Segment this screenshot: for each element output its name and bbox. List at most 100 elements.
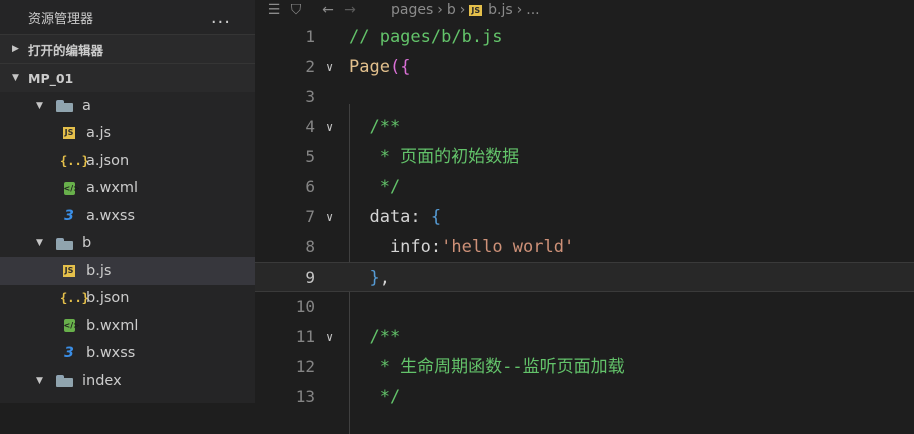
code-text: // pages/b/b.js — [349, 22, 503, 52]
open-editors-label: 打开的编辑器 — [28, 42, 104, 58]
tree-file[interactable]: {..} b.json — [0, 285, 255, 313]
chevron-right-icon: › — [437, 2, 443, 18]
breadcrumb-item-pages[interactable]: pages — [391, 2, 433, 18]
bookmark-icon[interactable]: ⛉ — [285, 2, 307, 18]
wxss-file-icon: 3 — [64, 345, 74, 362]
tree-item-label: b — [82, 235, 92, 252]
code-line[interactable]: 3 — [255, 82, 914, 112]
code-text: Page({ — [349, 52, 410, 82]
line-number: 13 — [295, 387, 315, 406]
chevron-down-icon: ▼ — [36, 238, 43, 249]
tree-file[interactable]: JS b.js — [0, 257, 255, 285]
tree-file[interactable]: {..} a.json — [0, 147, 255, 175]
code-token: // pages/b/b.js — [349, 27, 503, 47]
tree-file[interactable]: </> b.wxml — [0, 312, 255, 340]
tree-file[interactable]: </> a.wxml — [0, 175, 255, 203]
code-token: { — [430, 207, 442, 227]
tree-item-label: a.wxml — [86, 180, 139, 197]
breadcrumb-item-more[interactable]: ... — [526, 2, 539, 18]
code-token: ( — [389, 57, 401, 77]
code-text: * 生命周期函数--监听页面加载 — [349, 352, 625, 382]
line-number: 7 — [305, 207, 315, 226]
explorer-header: 资源管理器 ... — [0, 0, 255, 34]
code-line[interactable]: 2 ∨ Page({ — [255, 52, 914, 82]
code-token: info — [349, 237, 431, 257]
code-line[interactable]: 5 * 页面的初始数据 — [255, 142, 914, 172]
js-file-icon: JS — [62, 264, 76, 277]
more-actions-icon[interactable]: ... — [211, 7, 231, 28]
tree-file[interactable]: JS a.js — [0, 120, 255, 148]
back-arrow-icon[interactable]: ← — [317, 2, 339, 18]
open-editors-section[interactable]: ▶ 打开的编辑器 — [0, 34, 255, 63]
breadcrumb: pages › b › JS b.js › ... — [391, 2, 540, 18]
json-file-icon: {..} — [60, 153, 89, 168]
code-line[interactable]: 6 */ — [255, 172, 914, 202]
code-token: : — [430, 237, 442, 257]
code-token: /** — [349, 117, 401, 137]
breadcrumb-item-b[interactable]: b — [447, 2, 456, 18]
chevron-right-icon: › — [516, 2, 523, 18]
breadcrumb-item-file[interactable]: b.js — [488, 2, 513, 18]
code-token: Page — [349, 57, 390, 77]
js-file-icon: JS — [469, 4, 483, 16]
tree-item-label: b.js — [86, 262, 112, 279]
fold-chevron-icon[interactable]: ∨ — [326, 202, 333, 232]
code-line[interactable]: 1 // pages/b/b.js — [255, 22, 914, 52]
chevron-down-icon: ▼ — [36, 375, 43, 386]
tree-file[interactable]: 3 a.wxss — [0, 202, 255, 230]
list-icon[interactable]: ☰ — [263, 2, 285, 18]
fold-chevron-icon[interactable]: ∨ — [326, 112, 333, 142]
line-number: 4 — [305, 117, 315, 136]
code-text: * 页面的初始数据 — [349, 142, 519, 172]
forward-arrow-icon[interactable]: → — [339, 2, 361, 18]
code-text: }, — [349, 263, 390, 293]
project-section[interactable]: ▼ MP_01 — [0, 63, 255, 92]
json-file-icon: {..} — [60, 291, 89, 306]
code-token: } — [349, 268, 380, 288]
explorer-title: 资源管理器 — [28, 11, 94, 27]
tree-item-label: index — [82, 372, 122, 389]
tree-item-label: a.wxss — [86, 207, 136, 224]
line-number: 6 — [305, 177, 315, 196]
folder-icon — [56, 374, 74, 388]
code-line[interactable]: 12 * 生命周期函数--监听页面加载 — [255, 352, 914, 382]
code-line[interactable]: 8 info:'hello world' — [255, 232, 914, 262]
line-number: 3 — [305, 87, 315, 106]
code-token: data — [349, 207, 411, 227]
tree-folder[interactable]: ▼ b — [0, 230, 255, 258]
folder-icon — [56, 237, 74, 250]
line-number: 2 — [305, 57, 315, 76]
line-number: 10 — [295, 297, 315, 316]
code-area[interactable]: 1// pages/b/b.js 2 ∨ Page({3 4 ∨ /** 5 * 页面的初始… — [255, 22, 914, 434]
code-token: : — [410, 207, 431, 227]
project-label: MP_01 — [28, 70, 74, 86]
tree-item-label: a — [82, 97, 91, 114]
tree-file[interactable]: 3 b.wxss — [0, 340, 255, 368]
code-line[interactable]: 13 */ — [255, 382, 914, 412]
line-number: 1 — [305, 27, 315, 46]
code-text: info:'hello world' — [349, 232, 574, 262]
tree-folder[interactable]: ▼ a — [0, 92, 255, 120]
code-token: * 生命周期函数--监听页面加载 — [349, 357, 625, 377]
wxss-file-icon: 3 — [64, 207, 74, 224]
fold-chevron-icon[interactable]: ∨ — [326, 322, 333, 352]
tree-item-label: a.json — [86, 152, 130, 169]
tree-folder[interactable]: ▼ index — [0, 367, 255, 395]
code-line[interactable]: 9 }, — [255, 262, 914, 292]
fold-chevron-icon[interactable]: ∨ — [326, 52, 333, 82]
tree-item-label: b.wxss — [86, 345, 136, 362]
code-token: , — [379, 268, 390, 288]
code-line[interactable]: 4 ∨ /** — [255, 112, 914, 142]
tree-item-label: b.json — [86, 290, 130, 307]
line-number: 11 — [295, 327, 315, 346]
line-number: 5 — [305, 147, 315, 166]
code-token: 'hello world' — [441, 237, 575, 257]
code-token: */ — [349, 177, 401, 197]
tree-item-label: b.wxml — [86, 317, 139, 334]
code-line[interactable]: 11 ∨ /** — [255, 322, 914, 352]
code-line[interactable]: 10 — [255, 292, 914, 322]
code-line[interactable]: 7 ∨ data: { — [255, 202, 914, 232]
line-number: 12 — [295, 357, 315, 376]
code-token: { — [400, 57, 411, 77]
code-token: */ — [349, 387, 401, 407]
